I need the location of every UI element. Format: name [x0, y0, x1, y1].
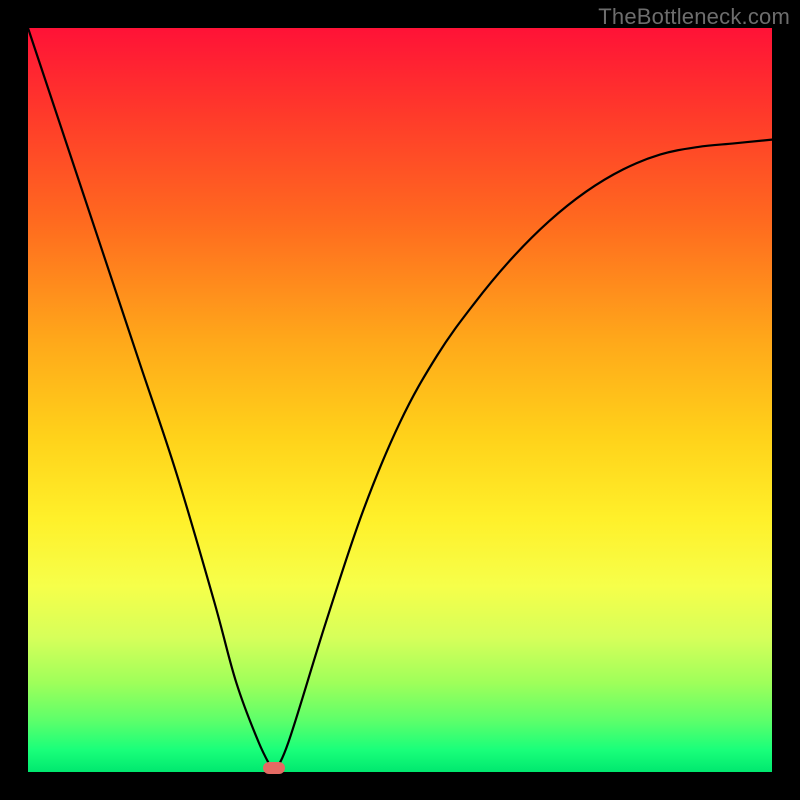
optimum-marker — [263, 762, 285, 774]
bottleneck-curve-path — [28, 28, 772, 772]
plot-area — [28, 28, 772, 772]
chart-frame: TheBottleneck.com — [0, 0, 800, 800]
watermark-text: TheBottleneck.com — [598, 4, 790, 30]
curve-svg — [28, 28, 772, 772]
